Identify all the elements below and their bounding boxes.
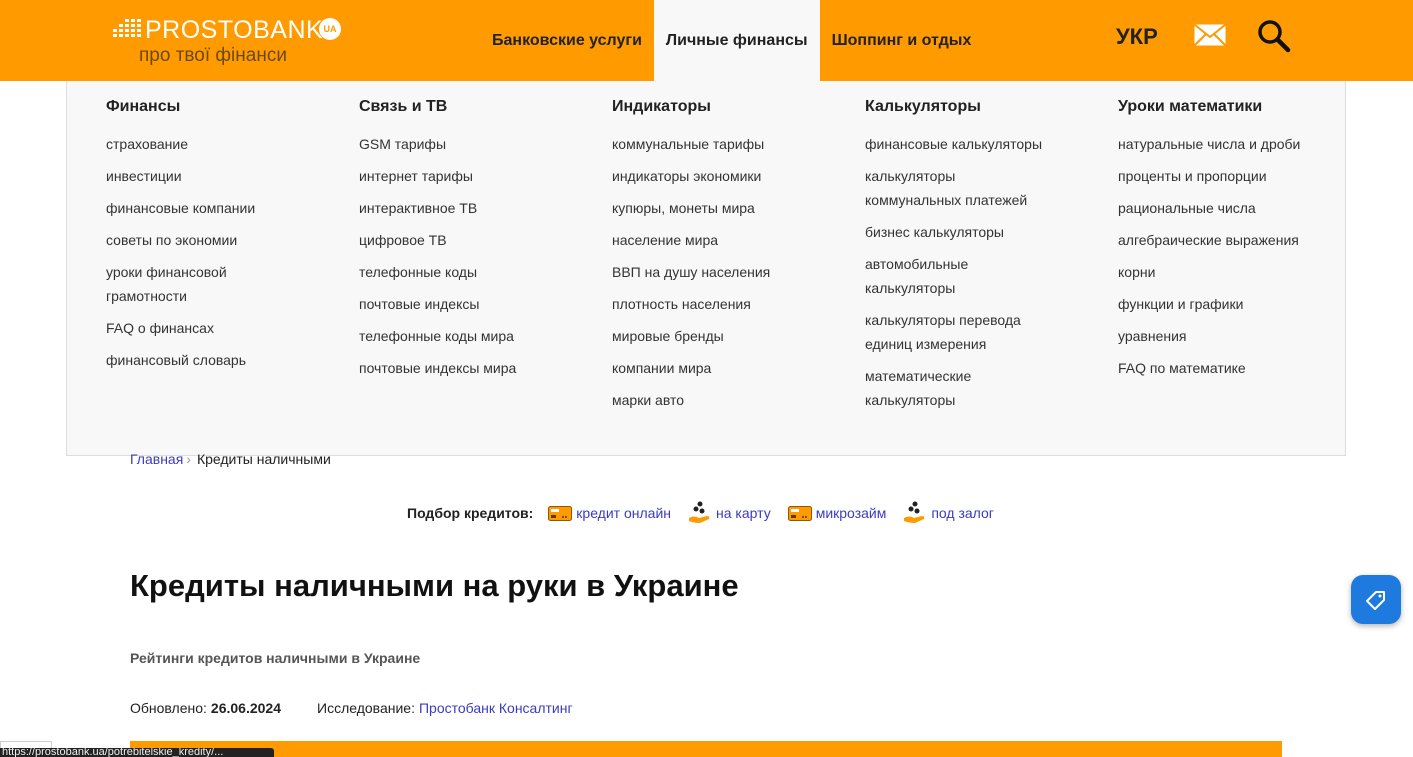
mega-link[interactable]: финансовые компании bbox=[106, 196, 346, 220]
mega-col-title: Связь и ТВ bbox=[359, 98, 448, 115]
mega-link[interactable]: корни bbox=[1118, 260, 1358, 284]
filters-label: Подбор кредитов: bbox=[407, 505, 534, 521]
mega-link[interactable]: калькуляторы перевода единиц измерения bbox=[865, 308, 1035, 356]
mega-link[interactable]: рациональные числа bbox=[1118, 196, 1358, 220]
mega-col-indicators: Индикаторы коммунальные тарифы индикатор… bbox=[612, 98, 852, 420]
breadcrumb: Главная › Кредиты наличными bbox=[130, 451, 331, 467]
mega-link[interactable]: уравнения bbox=[1118, 324, 1358, 348]
mega-link[interactable]: финансовый словарь bbox=[106, 348, 346, 372]
mega-menu: Финансы страхование инвестиции финансовы… bbox=[66, 81, 1346, 456]
site-header: PROSTOBANK UA про твої фінанси Банковски… bbox=[0, 0, 1413, 81]
filter-credit-online[interactable]: кредит онлайн bbox=[548, 505, 671, 521]
site-logo[interactable]: PROSTOBANK UA про твої фінанси bbox=[113, 14, 353, 74]
mega-link[interactable]: страхование bbox=[106, 132, 346, 156]
logo-text: PROSTOBANK bbox=[145, 16, 324, 44]
filter-label: кредит онлайн bbox=[576, 505, 672, 521]
mega-link[interactable]: уроки финансовой грамотности bbox=[106, 260, 276, 308]
mega-link[interactable]: FAQ по математике bbox=[1118, 356, 1358, 380]
mega-link[interactable]: купюры, монеты мира bbox=[612, 196, 852, 220]
mega-col-calculators: Калькуляторы финансовые калькуляторы кал… bbox=[865, 98, 1105, 420]
nav-banking-services[interactable]: Банковские услуги bbox=[480, 0, 654, 81]
logo-ua-badge: UA bbox=[319, 18, 341, 40]
mega-link[interactable]: интерактивное ТВ bbox=[359, 196, 599, 220]
page-title: Кредиты наличными на руки в Украине bbox=[130, 568, 739, 603]
filter-label: на карту bbox=[716, 505, 771, 521]
research-info: Исследование: Простобанк Консалтинг bbox=[317, 700, 573, 716]
mega-col-math-lessons: Уроки математики натуральные числа и дро… bbox=[1118, 98, 1358, 388]
hand-coins-icon bbox=[689, 501, 710, 523]
research-label: Исследование: bbox=[317, 700, 415, 716]
content-orange-bar bbox=[130, 741, 1282, 757]
mega-link[interactable]: GSM тарифы bbox=[359, 132, 599, 156]
mega-link[interactable]: марки авто bbox=[612, 388, 852, 412]
nav-personal-finance[interactable]: Личные финансы bbox=[653, 0, 820, 81]
mega-link[interactable]: калькуляторы коммунальных платежей bbox=[865, 164, 1035, 212]
tag-icon bbox=[1366, 590, 1385, 610]
mega-link[interactable]: автомобильные калькуляторы bbox=[865, 252, 985, 300]
mega-link[interactable]: натуральные числа и дроби bbox=[1118, 132, 1358, 156]
mega-link[interactable]: инвестиции bbox=[106, 164, 346, 188]
mega-link[interactable]: проценты и пропорции bbox=[1118, 164, 1358, 188]
breadcrumb-current: Кредиты наличными bbox=[196, 451, 331, 467]
mega-link[interactable]: телефонные коды мира bbox=[359, 324, 599, 348]
mega-col-finance: Финансы страхование инвестиции финансовы… bbox=[106, 98, 346, 380]
updated-info: Обновлено: 26.06.2024 bbox=[130, 700, 281, 716]
mega-col-telecom: Связь и ТВ GSM тарифы интернет тарифы ин… bbox=[359, 98, 599, 388]
browser-status-url: https://prostobank.ua/potrebitelskie_kre… bbox=[0, 748, 274, 757]
mega-col-title: Калькуляторы bbox=[865, 98, 981, 115]
mega-link[interactable]: функции и графики bbox=[1118, 292, 1358, 316]
mega-link[interactable]: почтовые индексы bbox=[359, 292, 599, 316]
mega-link[interactable]: бизнес калькуляторы bbox=[865, 220, 1105, 244]
mega-col-title: Финансы bbox=[106, 98, 181, 115]
mega-link[interactable]: финансовые калькуляторы bbox=[865, 132, 1105, 156]
logo-slogan: про твої фінанси bbox=[139, 45, 287, 66]
mega-link[interactable]: плотность населения bbox=[612, 292, 852, 316]
mega-link[interactable]: коммунальные тарифы bbox=[612, 132, 852, 156]
nav-shopping-leisure[interactable]: Шоппинг и отдых bbox=[820, 0, 984, 81]
language-switch[interactable]: УКР bbox=[1116, 24, 1158, 50]
breadcrumb-separator: › bbox=[186, 451, 191, 467]
credit-filters: Подбор кредитов: кредит онлайн на карту … bbox=[407, 501, 1011, 525]
mega-link[interactable]: компании мира bbox=[612, 356, 852, 380]
mail-icon[interactable] bbox=[1194, 24, 1226, 46]
mega-link[interactable]: FAQ о финансах bbox=[106, 316, 346, 340]
mega-link[interactable]: почтовые индексы мира bbox=[359, 356, 599, 380]
breadcrumb-home-link[interactable]: Главная bbox=[130, 451, 183, 467]
logo-bars-icon bbox=[113, 19, 141, 37]
filter-label: микрозайм bbox=[815, 505, 887, 521]
hand-coins-icon bbox=[904, 501, 925, 523]
main-nav: Банковские услуги Личные финансы Шоппинг… bbox=[480, 0, 983, 81]
mega-link[interactable]: индикаторы экономики bbox=[612, 164, 852, 188]
filter-label: под залог bbox=[931, 505, 994, 521]
credit-card-icon bbox=[548, 505, 573, 521]
page-subtitle: Рейтинги кредитов наличными в Украине bbox=[130, 650, 421, 666]
updated-label: Обновлено: bbox=[130, 700, 207, 716]
mega-link[interactable]: алгебраические выражения bbox=[1118, 228, 1358, 252]
research-link[interactable]: Простобанк Консалтинг bbox=[419, 700, 573, 716]
filter-microloan[interactable]: микрозайм bbox=[787, 505, 887, 521]
mega-link[interactable]: интернет тарифы bbox=[359, 164, 599, 188]
filter-collateral[interactable]: под залог bbox=[903, 501, 994, 525]
mega-link[interactable]: цифровое ТВ bbox=[359, 228, 599, 252]
credit-card-icon bbox=[787, 505, 812, 521]
search-icon[interactable] bbox=[1257, 19, 1291, 53]
updated-date: 26.06.2024 bbox=[210, 700, 281, 716]
filter-to-card[interactable]: на карту bbox=[688, 501, 771, 525]
mega-col-title: Индикаторы bbox=[612, 98, 711, 115]
mega-col-title: Уроки математики bbox=[1118, 98, 1263, 115]
mega-link[interactable]: мировые бренды bbox=[612, 324, 852, 348]
mega-link[interactable]: телефонные коды bbox=[359, 260, 599, 284]
mega-link[interactable]: ВВП на душу населения bbox=[612, 260, 852, 284]
tag-fab-button[interactable] bbox=[1351, 575, 1401, 624]
mega-link[interactable]: советы по экономии bbox=[106, 228, 346, 252]
mega-link[interactable]: математические калькуляторы bbox=[865, 364, 985, 412]
status-bar-tab bbox=[0, 741, 52, 748]
mega-link[interactable]: население мира bbox=[612, 228, 852, 252]
